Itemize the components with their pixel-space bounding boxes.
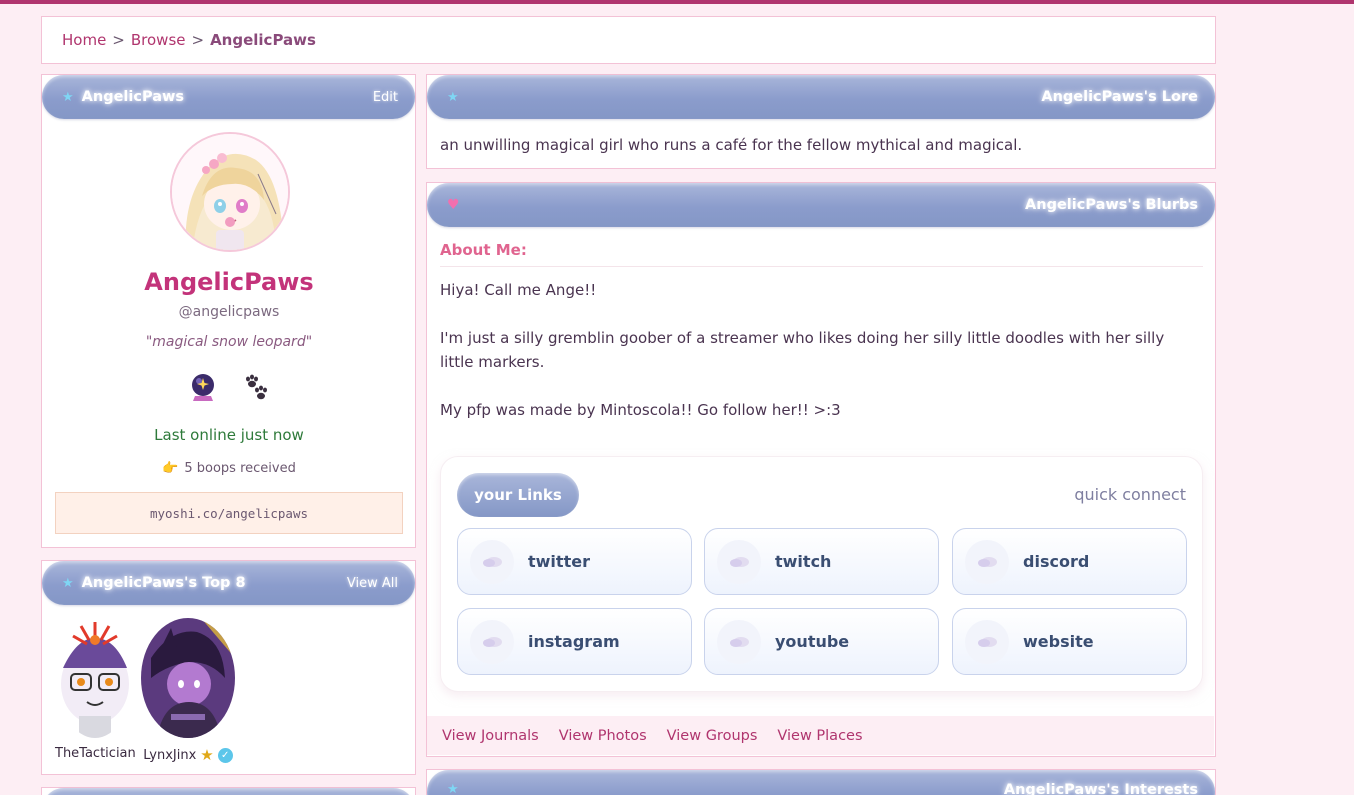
top-accent-bar: [0, 0, 1354, 4]
link-label: website: [1023, 632, 1094, 651]
breadcrumb-current: AngelicPaws: [210, 31, 316, 49]
cloud-icon: [470, 619, 514, 664]
avatar: [170, 132, 290, 252]
link-label: instagram: [528, 632, 620, 651]
profile-handle: @angelicpaws: [178, 304, 280, 320]
profile-card-title: AngelicPaws: [81, 89, 184, 105]
star-badge-icon: ★: [200, 746, 214, 764]
breadcrumb-separator: >: [191, 31, 205, 49]
link-label: youtube: [775, 632, 850, 651]
breadcrumb: Home > Browse > AngelicPaws: [41, 16, 1216, 64]
lore-header: ★ AngelicPaws's Lore: [427, 75, 1215, 119]
cloud-icon: [965, 539, 1009, 584]
online-status: Last online just now: [154, 426, 304, 444]
about-me-label: About Me:: [440, 241, 527, 259]
cloud-icon: [470, 539, 514, 584]
links-section: your Links quick connect twitter twitch …: [440, 456, 1203, 692]
blurbs-title: AngelicPaws's Blurbs: [1025, 197, 1198, 213]
link-label: twitter: [528, 552, 590, 571]
blurbs-header: ♥ AngelicPaws's Blurbs: [427, 183, 1215, 227]
star-icon: ★: [62, 575, 74, 591]
view-photos-link[interactable]: View Photos: [559, 728, 647, 744]
cloud-icon: [965, 619, 1009, 664]
friend-avatar[interactable]: [57, 618, 134, 738]
link-twitch[interactable]: twitch: [704, 528, 939, 595]
view-places-link[interactable]: View Places: [777, 728, 862, 744]
blurb-paragraph: My pfp was made by Mintoscola!! Go follo…: [440, 401, 841, 419]
cloud-icon: [717, 619, 761, 664]
lore-title: AngelicPaws's Lore: [1041, 89, 1198, 105]
crystal-ball-icon: [188, 373, 218, 403]
profile-card-header: ★ AngelicPaws Edit: [42, 75, 415, 119]
top8-card: ★ AngelicPaws's Top 8 View All TheTactic…: [41, 560, 416, 775]
friend-name[interactable]: LynxJinx ★ ✓: [143, 746, 233, 764]
friend-item[interactable]: LynxJinx ★ ✓: [141, 618, 235, 764]
profile-card: ★ AngelicPaws Edit AngelicPaws @angelicp…: [41, 74, 416, 548]
link-website[interactable]: website: [952, 608, 1187, 675]
link-label: discord: [1023, 552, 1090, 571]
link-youtube[interactable]: youtube: [704, 608, 939, 675]
friend-item[interactable]: TheTactician: [55, 618, 136, 761]
blurb-paragraph: Hiya! Call me Ange!!: [440, 281, 597, 299]
breadcrumb-home[interactable]: Home: [62, 31, 106, 49]
boops-text: 5 boops received: [184, 461, 296, 476]
badges: [42, 373, 416, 403]
divider: [440, 266, 1203, 267]
link-twitter[interactable]: twitter: [457, 528, 692, 595]
links-title: your Links: [457, 473, 579, 517]
breadcrumb-browse[interactable]: Browse: [131, 31, 186, 49]
profile-url[interactable]: myoshi.co/angelicpaws: [55, 492, 403, 534]
view-links-bar: View Journals View Photos View Groups Vi…: [427, 716, 1214, 755]
profile-name: AngelicPaws: [144, 268, 314, 296]
interests-card: ★ AngelicPaws's Interests: [426, 769, 1216, 795]
edit-button[interactable]: Edit: [373, 90, 398, 105]
interests-title: AngelicPaws's Interests: [1003, 782, 1198, 795]
blurb-paragraph: I'm just a silly gremblin goober of a st…: [440, 329, 1165, 371]
blurbs-card: ♥ AngelicPaws's Blurbs About Me: Hiya! C…: [426, 182, 1216, 757]
link-label: twitch: [775, 552, 832, 571]
view-all-button[interactable]: View All: [347, 576, 398, 591]
boops-counter: 👉 5 boops received: [42, 461, 416, 476]
breadcrumb-separator: >: [112, 31, 125, 49]
star-icon: ★: [447, 782, 459, 795]
heart-icon: ♥: [447, 197, 460, 213]
lore-text: an unwilling magical girl who runs a caf…: [440, 136, 1023, 154]
sidebar-next-card: [41, 787, 416, 795]
top8-title: AngelicPaws's Top 8: [81, 575, 246, 591]
friend-name[interactable]: TheTactician: [55, 746, 136, 761]
pointing-hand-icon: 👉: [162, 461, 179, 476]
view-journals-link[interactable]: View Journals: [442, 728, 539, 744]
quick-connect-label: quick connect: [1074, 485, 1186, 504]
sidebar-next-header: [42, 788, 415, 795]
friend-avatar[interactable]: [141, 618, 235, 738]
star-icon: ★: [62, 89, 74, 105]
profile-quote: "magical snow leopard": [145, 334, 313, 350]
verified-icon: ✓: [217, 747, 233, 763]
cloud-icon: [717, 539, 761, 584]
interests-header: ★ AngelicPaws's Interests: [427, 770, 1215, 795]
link-discord[interactable]: discord: [952, 528, 1187, 595]
paw-prints-icon: [240, 373, 270, 403]
link-instagram[interactable]: instagram: [457, 608, 692, 675]
view-groups-link[interactable]: View Groups: [667, 728, 758, 744]
star-icon: ★: [447, 89, 459, 105]
top8-header: ★ AngelicPaws's Top 8 View All: [42, 561, 415, 605]
lore-card: ★ AngelicPaws's Lore an unwilling magica…: [426, 74, 1216, 169]
